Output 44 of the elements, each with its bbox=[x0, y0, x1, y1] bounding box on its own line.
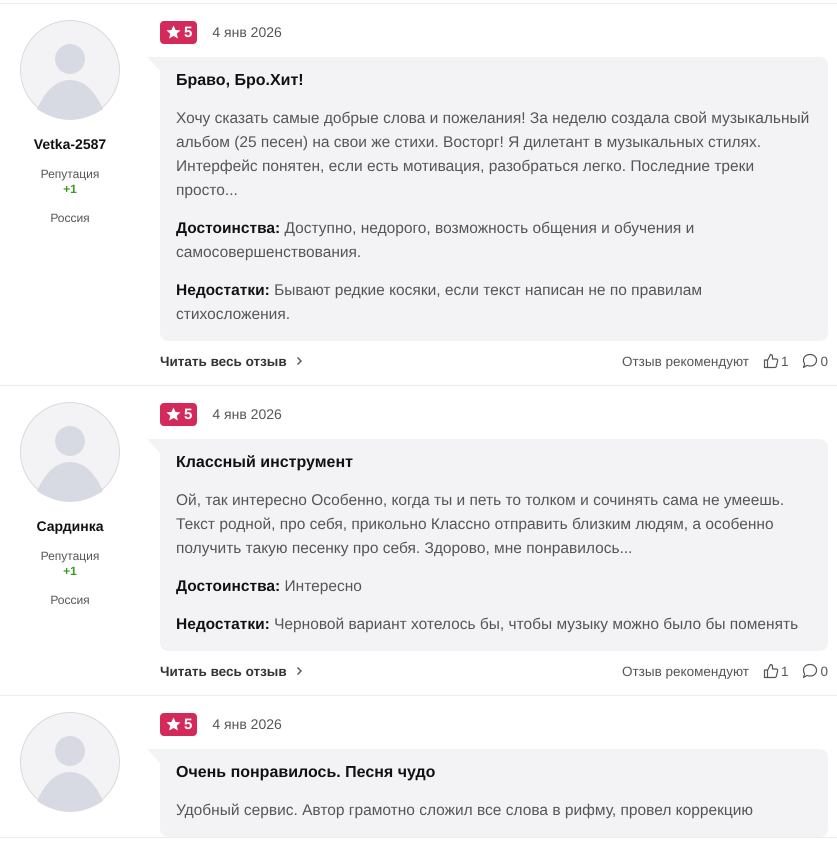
user-name[interactable]: Vetka-2587 bbox=[34, 136, 106, 152]
avatar-icon bbox=[20, 712, 120, 812]
comments-button[interactable]: 0 bbox=[802, 663, 828, 679]
review-text: Удобный сервис. Автор грамотно сложил все слова в рифму, провел коррекцию bbox=[176, 801, 754, 821]
review-text: Хочу сказать самые добрые слова и пожелания! За неделю создала свой музыкальный альбом (25 песен) на свои же стихи. Восторг! Я дилетант в музыкальных стилях. Интерфейс понятен, если есть мотивация, разобраться легко. Последние треки просто... bbox=[176, 109, 810, 201]
user-country: Россия bbox=[50, 211, 90, 225]
pros-text: Достоинства: Доступно, недорого, возможность общения и обучения и самосовершенствования. bbox=[176, 219, 696, 263]
like-button[interactable]: 1 bbox=[762, 353, 788, 369]
reputation-label: Репутация bbox=[40, 549, 100, 563]
cons-text: Недостатки: Бывают редкие косяки, если текст написан не по правилам стихосложения. bbox=[176, 281, 704, 325]
user-country: Россия bbox=[50, 593, 90, 607]
thumbs-up-icon bbox=[762, 353, 779, 369]
reputation-value: +1 bbox=[63, 564, 77, 578]
read-more-link[interactable]: Читать весь отзыв bbox=[160, 354, 303, 368]
read-more-link[interactable]: Читать весь отзыв bbox=[160, 664, 303, 678]
user-name[interactable]: Сардинка bbox=[36, 518, 104, 534]
recommend-label: Отзыв рекомендуют bbox=[622, 664, 749, 678]
star-icon bbox=[166, 407, 181, 421]
speech-bubble-icon bbox=[802, 353, 818, 369]
reputation-value: +1 bbox=[63, 182, 77, 196]
rating-value: 5 bbox=[184, 716, 192, 732]
thumbs-up-icon bbox=[762, 663, 779, 679]
rating-value: 5 bbox=[184, 406, 192, 422]
cons-text: Недостатки: Черновой вариант хотелось бы, чтобы музыку можно было бы поменять bbox=[176, 615, 800, 635]
review-title: Очень понравилось. Песня чудо bbox=[176, 763, 436, 783]
review-title: Классный инструмент bbox=[176, 453, 354, 473]
reputation-label: Репутация bbox=[40, 167, 100, 181]
review-text: Ой, так интересно Особенно, когда ты и петь то толком и сочинять сама не умеешь. Текст родной, про себя, прикольно Классно отправить близким людям, а особенно получить такую песенку про себя. Здорово, мне понравилось... bbox=[176, 491, 786, 559]
rating-value: 5 bbox=[184, 24, 192, 40]
avatar-icon bbox=[20, 402, 120, 502]
review-date: 4 янв 2026 bbox=[212, 716, 282, 732]
recommend-label: Отзыв рекомендуют bbox=[622, 354, 749, 368]
chevron-icon bbox=[296, 666, 303, 676]
star-icon bbox=[166, 25, 181, 39]
review-date: 4 янв 2026 bbox=[212, 406, 282, 422]
like-button[interactable]: 1 bbox=[762, 663, 788, 679]
chevron-icon bbox=[296, 356, 303, 366]
avatar-icon bbox=[20, 20, 120, 120]
comments-button[interactable]: 0 bbox=[802, 353, 828, 369]
review-title: Браво, Бро.Хит! bbox=[176, 71, 305, 91]
pros-text: Достоинства: Интересно bbox=[176, 577, 363, 597]
star-icon bbox=[166, 717, 181, 731]
speech-bubble-icon bbox=[802, 663, 818, 679]
review-date: 4 янв 2026 bbox=[212, 24, 282, 40]
